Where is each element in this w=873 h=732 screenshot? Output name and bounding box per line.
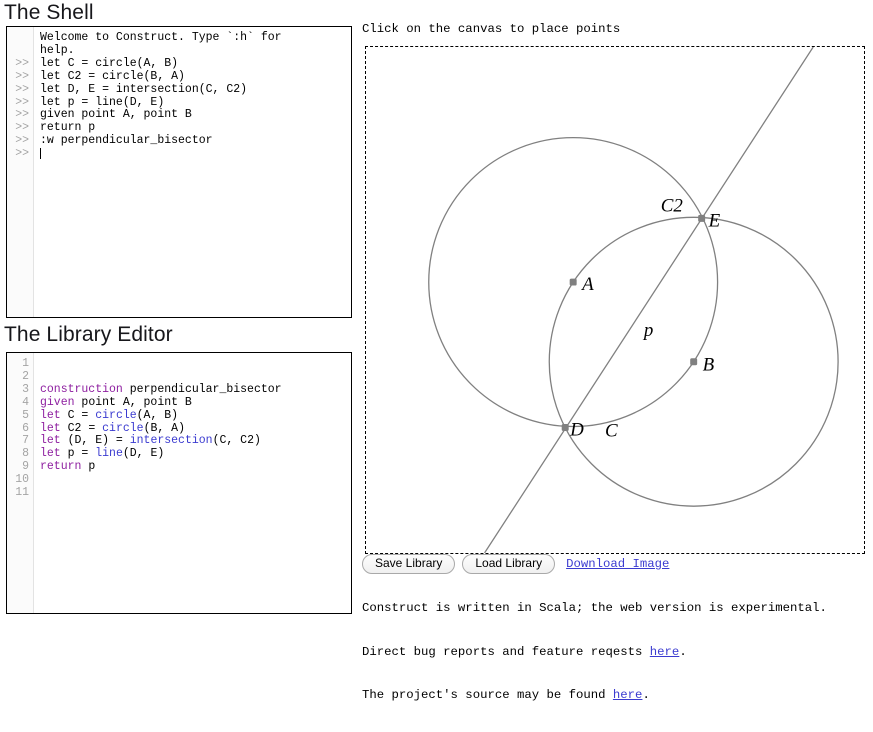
code-token: (D, E) (122, 447, 165, 461)
library-line-number-gutter: 1 2 3 4 5 6 7 8 9 10 11 (7, 353, 34, 613)
library-code-line (40, 474, 351, 487)
footer-text: Construct is written in Scala; the web v… (362, 572, 827, 732)
geo-label-A: A (580, 274, 594, 295)
point-B (690, 358, 698, 366)
code-token: (C, C2) (212, 434, 261, 448)
line-number: 5 (22, 408, 29, 422)
canvas-action-bar: Save Library Load Library Download Image (362, 554, 669, 574)
code-token: p (81, 460, 96, 474)
download-image-link[interactable]: Download Image (566, 557, 669, 571)
left-column: The Shell >> >> >> >> >> >> >> >> Welcome to Co… (0, 0, 356, 620)
shell-line: Welcome to Construct. Type `:h` for (40, 31, 282, 44)
geometry-canvas[interactable]: A B C C2 D Ep (365, 46, 865, 554)
geo-label-B: B (703, 355, 715, 376)
line-number: 6 (22, 421, 29, 435)
line-number: 11 (15, 486, 29, 500)
bug-reports-link[interactable]: here (650, 645, 680, 659)
line-number: 3 (22, 382, 29, 396)
source-link[interactable]: here (613, 688, 643, 702)
shell-prompt: >> (15, 147, 29, 161)
library-code-line (40, 358, 351, 371)
geo-label-C: C (605, 420, 618, 441)
shell-prompt (7, 32, 33, 45)
code-token: (A, B) (136, 408, 179, 422)
geo-label-E: E (708, 210, 721, 231)
code-token: circle (95, 408, 137, 422)
code-token: C2 = (60, 421, 103, 435)
shell-line: help. (40, 43, 75, 57)
line-number: 8 (22, 447, 29, 461)
footer-line-2-post: . (679, 644, 687, 659)
code-token: (D, E) = (60, 434, 130, 448)
shell-panel[interactable]: >> >> >> >> >> >> >> >> Welcome to Construct. T… (6, 26, 352, 318)
geometry-drawing: A B C C2 D Ep (428, 47, 839, 553)
line-number: 4 (22, 395, 29, 409)
code-token: let (40, 434, 61, 448)
footer-line-2: Direct bug reports and feature reqests h… (362, 645, 827, 660)
code-token: let (40, 421, 61, 435)
point-E (698, 214, 706, 222)
code-token: C = (60, 408, 96, 422)
code-token: p = (60, 447, 96, 461)
code-token: let (40, 408, 61, 422)
library-code-line: return p (40, 460, 351, 474)
library-heading: The Library Editor (4, 323, 173, 346)
geo-label-C2: C2 (661, 195, 684, 216)
footer-line-3-pre: The project's source may be found (362, 688, 613, 702)
code-token: perpendicular_bisector (122, 382, 282, 396)
footer-line-1: Construct is written in Scala; the web v… (362, 601, 827, 615)
shell-prompt: >> (15, 56, 29, 70)
code-token: point A, point B (74, 395, 192, 409)
shell-line: let C = circle(A, B) (40, 56, 179, 70)
load-library-button[interactable]: Load Library (462, 554, 556, 574)
geo-label-p: p (642, 320, 653, 341)
code-token: construction (40, 382, 123, 396)
shell-line: :w perpendicular_bisector (40, 134, 213, 148)
shell-heading: The Shell (4, 1, 94, 24)
library-code-area[interactable]: construction perpendicular_bisectorgiven… (35, 353, 351, 613)
code-token: intersection (129, 434, 213, 448)
code-token: circle (102, 421, 144, 435)
point-D (561, 424, 569, 431)
shell-prompt: >> (15, 69, 29, 83)
canvas-hint-text: Click on the canvas to place points (362, 22, 621, 36)
save-library-button[interactable]: Save Library (362, 554, 456, 574)
line-p (483, 47, 814, 553)
line-number: 7 (22, 434, 29, 448)
text-caret (40, 148, 41, 160)
shell-output-area[interactable]: Welcome to Construct. Type `:h` for help.… (35, 27, 351, 317)
geo-label-D: D (569, 419, 584, 440)
right-column: Click on the canvas to place points A B C C… (360, 0, 873, 702)
footer-line-2-pre: Direct bug reports and feature reqests (362, 644, 650, 659)
shell-line: let C2 = circle(B, A) (40, 69, 185, 83)
line-number: 1 (22, 357, 29, 370)
library-editor-panel[interactable]: 1 2 3 4 5 6 7 8 9 10 11 construction perpendicular… (6, 352, 352, 614)
shell-line: let D, E = intersection(C, C2) (40, 82, 248, 96)
code-token: given (40, 395, 75, 409)
code-token: (B, A) (143, 421, 185, 435)
code-token: line (95, 447, 123, 461)
shell-prompt (7, 45, 33, 58)
footer-line-3-post: . (642, 688, 650, 702)
shell-prompt-gutter: >> >> >> >> >> >> >> >> (7, 27, 34, 317)
code-token: let (40, 447, 61, 461)
shell-line (40, 148, 351, 163)
shell-prompt: >> (15, 82, 29, 96)
footer-line-3: The project's source may be found here. (362, 688, 827, 703)
library-code-line (40, 487, 351, 500)
line-number: 2 (22, 369, 29, 383)
code-token: return (40, 460, 82, 474)
point-A (569, 278, 577, 286)
